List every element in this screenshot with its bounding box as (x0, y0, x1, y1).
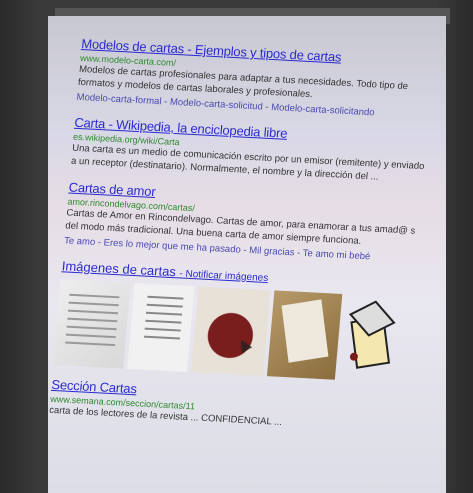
search-results: Modelos de cartas - Ejemplos y tipos de … (48, 36, 442, 448)
result-2: Carta - Wikipedia, la enciclopedia libre… (70, 115, 434, 187)
images-notify-link[interactable]: - Notificar imágenes (179, 268, 269, 284)
image-thumbnails (53, 279, 420, 384)
images-title[interactable]: Imágenes de cartas (61, 258, 176, 279)
monitor-screen: Modelos de cartas - Ejemplos y tipos de … (48, 16, 446, 493)
images-section: Imágenes de cartas - Notificar imágenes (53, 258, 422, 383)
thumbnail-letter-document[interactable] (53, 279, 131, 369)
result-1: Modelos de cartas - Ejemplos y tipos de … (76, 36, 441, 122)
thumbnail-handwritten-letter[interactable] (266, 290, 343, 380)
envelope-icon (348, 300, 396, 369)
thumbnail-envelope-illustration[interactable] (339, 294, 402, 383)
thumbnail-letter-template[interactable] (127, 283, 195, 372)
result-3: Cartas de amor amor.rincondelvago.com/ca… (64, 180, 429, 266)
result-4: Sección Cartas www.semana.com/seccion/ca… (49, 377, 412, 436)
thumbnail-envelope-seal[interactable] (191, 286, 271, 376)
